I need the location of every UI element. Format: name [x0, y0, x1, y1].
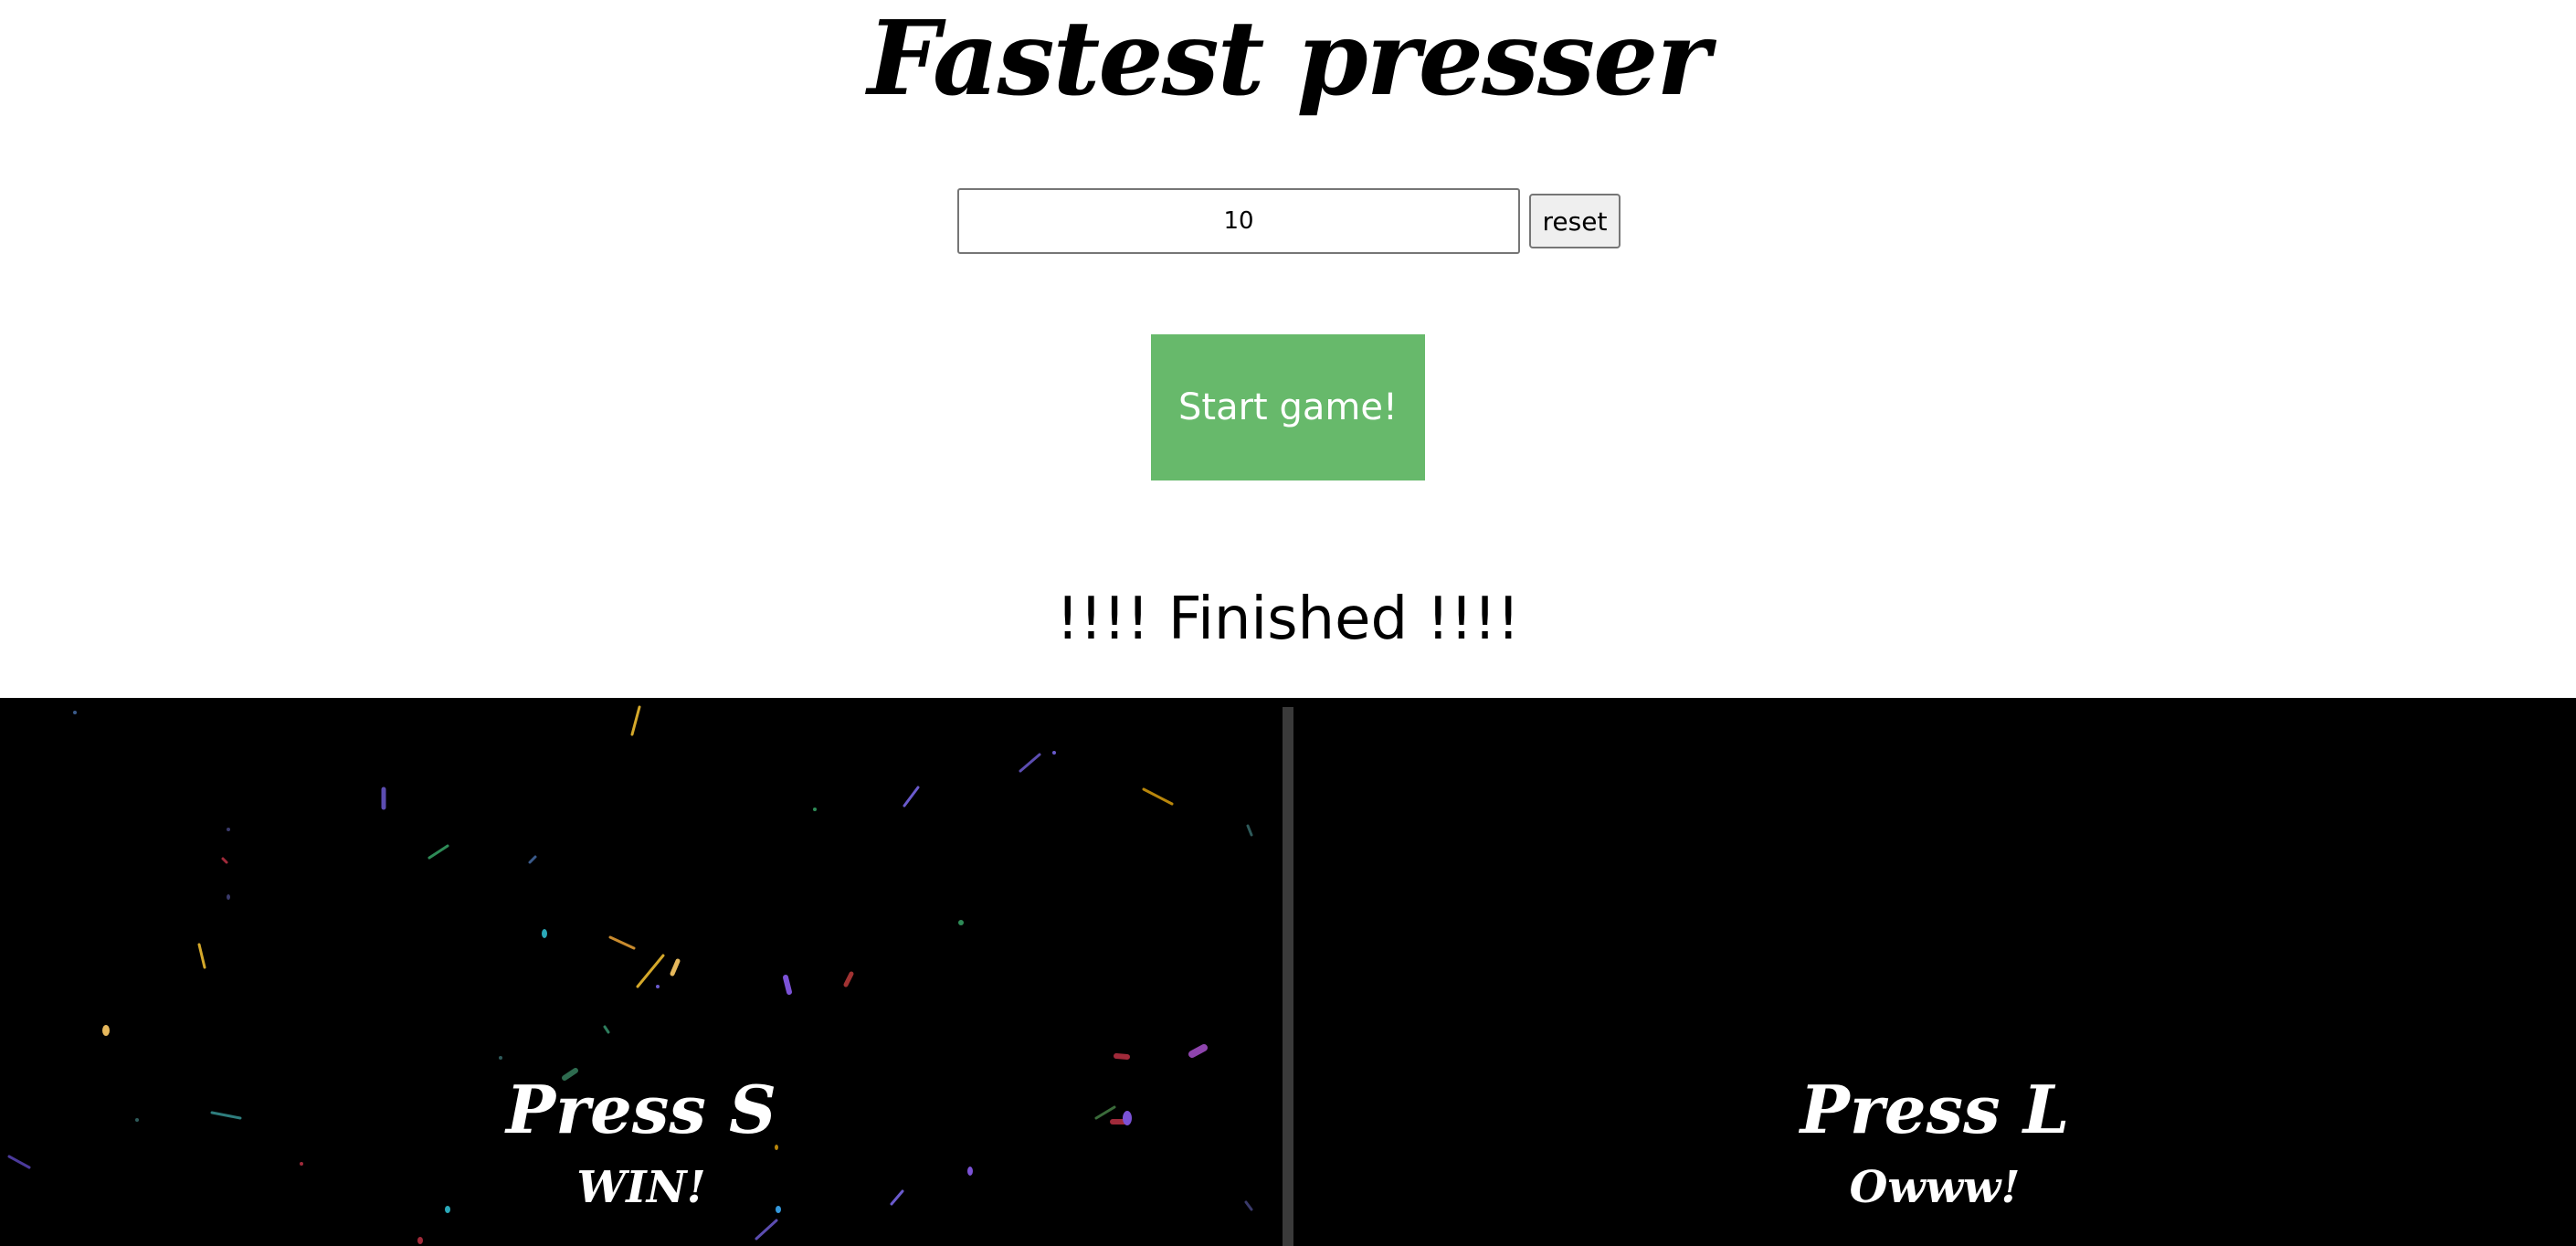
game-arena: Press S WIN! Press L Owww!	[0, 698, 2576, 1246]
page-title: Fastest presser	[867, 0, 1711, 119]
start-game-button[interactable]: Start game!	[1151, 334, 1425, 480]
game-status-text: !!!! Finished !!!!	[1055, 586, 1521, 653]
reset-button[interactable]: reset	[1529, 194, 1621, 248]
player-one-key-prompt: Press S	[505, 1071, 776, 1148]
settings-row: reset	[957, 188, 1621, 254]
player-two-panel: Press L Owww!	[1293, 698, 2576, 1246]
player-two-key-prompt: Press L	[1800, 1071, 2070, 1148]
player-one-result: WIN!	[576, 1162, 706, 1213]
player-two-result: Owww!	[1849, 1162, 2021, 1213]
press-count-input[interactable]	[957, 188, 1520, 254]
player-one-panel: Press S WIN!	[0, 698, 1283, 1246]
arena-divider	[1283, 707, 1293, 1246]
